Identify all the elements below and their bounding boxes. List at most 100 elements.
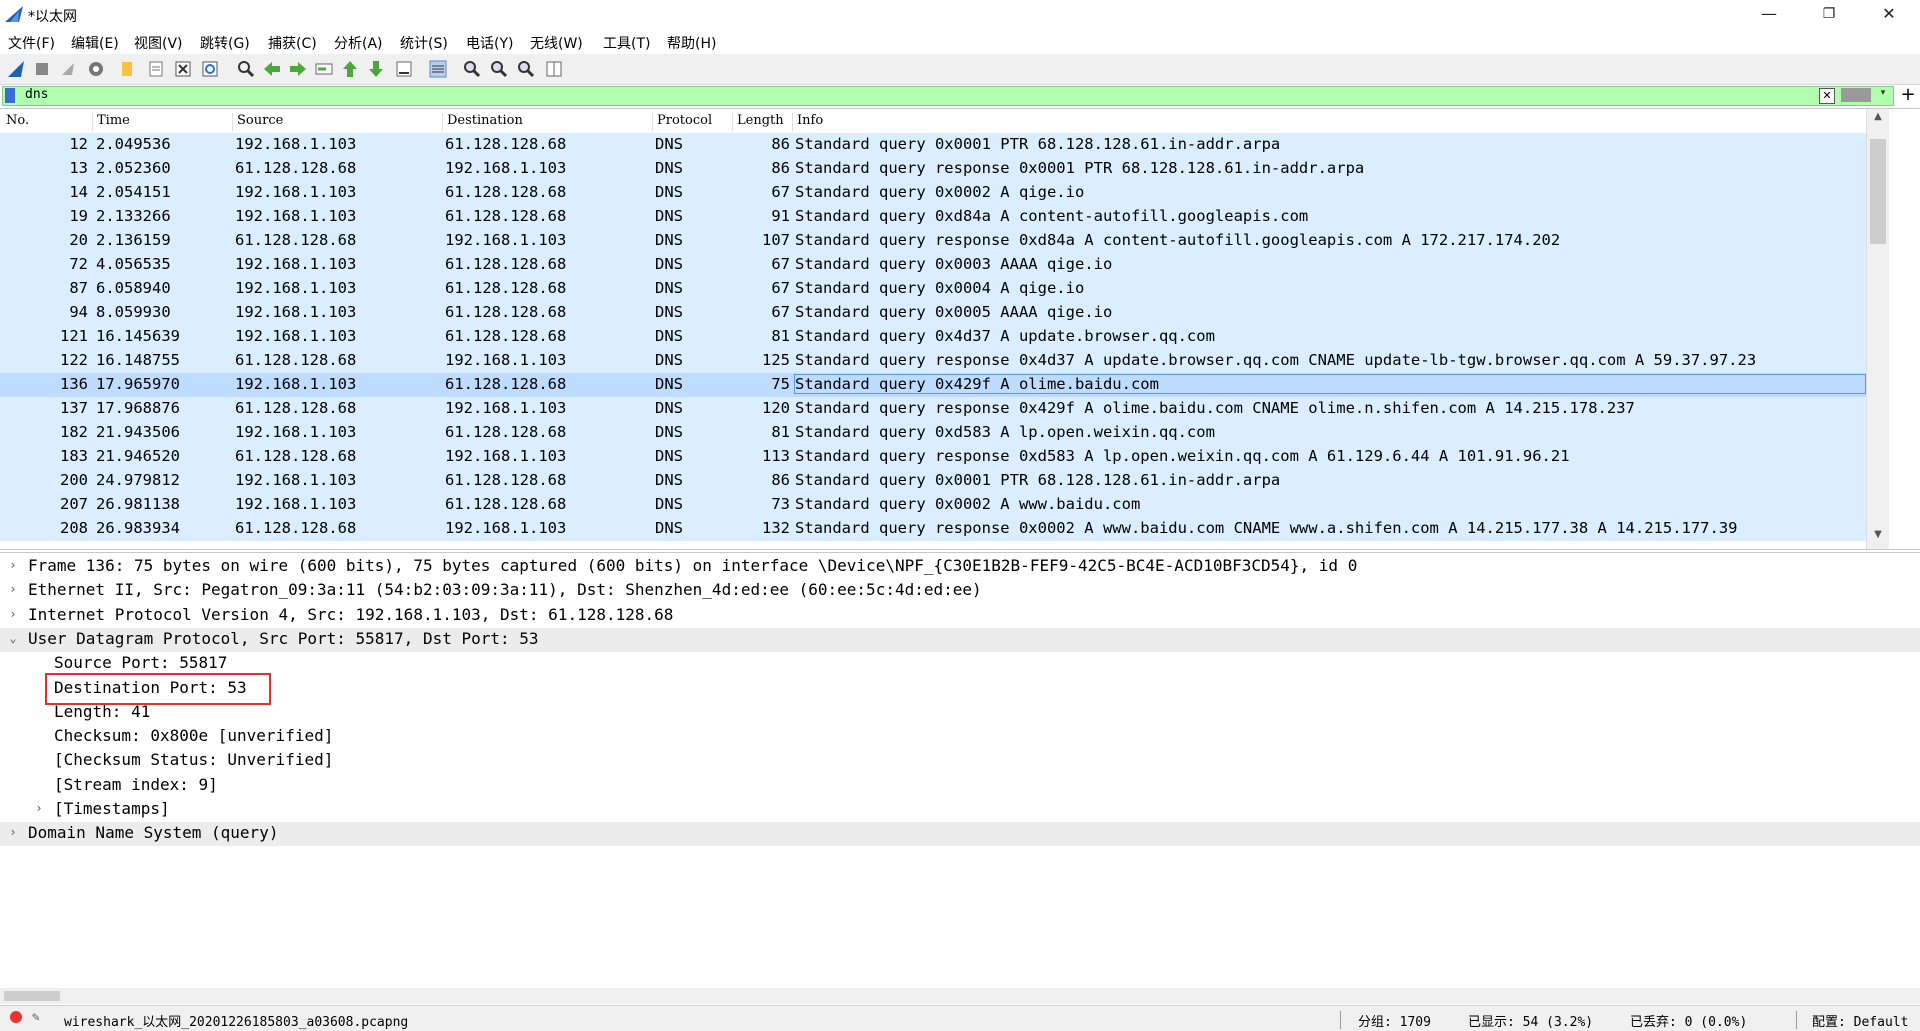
menu-capture[interactable]: 捕获(C) — [268, 33, 317, 53]
minimize-button[interactable]: — — [1746, 0, 1792, 30]
stop-icon[interactable] — [32, 59, 52, 79]
packet-info: Standard query 0x0002 A qige.io — [795, 183, 1085, 201]
expand-chevron-icon[interactable]: › — [6, 825, 20, 839]
dropped-count: 已丢弃: 0 (0.0%) — [1630, 1015, 1748, 1030]
close-button[interactable]: ✕ — [1866, 0, 1912, 30]
menu-statistics[interactable]: 统计(S) — [400, 33, 448, 53]
packet-row[interactable]: 136 17.965970 192.168.1.103 61.128.128.68 DN… — [0, 373, 1866, 397]
menu-telephony[interactable]: 电话(Y) — [466, 33, 513, 53]
expand-chevron-icon[interactable]: › — [32, 801, 46, 815]
packet-row[interactable]: 183 21.946520 61.128.128.68 192.168.1.103 DN… — [0, 445, 1866, 469]
save-file-icon[interactable] — [146, 59, 166, 79]
packet-row[interactable]: 72 4.056535 192.168.1.103 61.128.128.68 DNS 6… — [0, 253, 1866, 277]
collapse-chevron-icon[interactable]: ⌄ — [6, 631, 20, 645]
menu-edit[interactable]: 编辑(E) — [71, 33, 119, 53]
detail-tree-item[interactable]: › Frame 136: 75 bytes on wire (600 bits),… — [0, 555, 1920, 579]
column-header-time[interactable]: Time — [92, 113, 130, 131]
last-packet-icon[interactable] — [366, 59, 386, 79]
open-folder-icon[interactable] — [118, 59, 138, 79]
display-filter-bar[interactable]: dns ✕ ▾ — [2, 86, 1894, 106]
detail-tree-item[interactable]: [Stream index: 9] — [0, 774, 1920, 798]
first-packet-icon[interactable] — [340, 59, 360, 79]
packet-row[interactable]: 19 2.133266 192.168.1.103 61.128.128.68 DNS 9… — [0, 205, 1866, 229]
column-header-no[interactable]: No. — [2, 113, 29, 131]
menu-tools[interactable]: 工具(T) — [603, 33, 650, 53]
capture-comment-icon[interactable]: ✎ — [32, 1010, 40, 1025]
packet-source: 192.168.1.103 — [235, 255, 357, 273]
details-horizontal-scrollbar[interactable] — [0, 988, 1920, 1004]
packet-row[interactable]: 20 2.136159 61.128.128.68 192.168.1.103 DNS 1… — [0, 229, 1866, 253]
detail-tree-item[interactable]: Destination Port: 53 — [0, 677, 1920, 701]
packet-protocol: DNS — [655, 231, 683, 249]
packet-row[interactable]: 207 26.981138 192.168.1.103 61.128.128.68 DN… — [0, 493, 1866, 517]
clear-filter-icon[interactable]: ✕ — [1819, 88, 1835, 104]
reload-icon[interactable] — [200, 59, 220, 79]
menu-file[interactable]: 文件(F) — [8, 33, 55, 53]
column-header-source[interactable]: Source — [232, 113, 283, 131]
detail-tree-item[interactable]: [Checksum Status: Unverified] — [0, 749, 1920, 773]
column-header-destination[interactable]: Destination — [442, 113, 523, 131]
go-to-packet-icon[interactable] — [314, 59, 334, 79]
scroll-up-icon[interactable]: ▲ — [1867, 111, 1889, 129]
colorize-icon[interactable] — [428, 59, 448, 79]
menu-help[interactable]: 帮助(H) — [667, 33, 716, 53]
resize-columns-icon[interactable] — [544, 59, 564, 79]
zoom-in-icon[interactable] — [462, 59, 482, 79]
menu-view[interactable]: 视图(V) — [134, 33, 183, 53]
packet-source: 192.168.1.103 — [235, 303, 357, 321]
shark-fin-start-icon[interactable] — [6, 59, 26, 79]
zoom-out-icon[interactable] — [489, 59, 509, 79]
detail-tree-item[interactable]: › Domain Name System (query) — [0, 822, 1920, 847]
detail-tree-item[interactable]: Length: 41 — [0, 701, 1920, 725]
packet-row[interactable]: 182 21.943506 192.168.1.103 61.128.128.68 DN… — [0, 421, 1866, 445]
menu-analyze[interactable]: 分析(A) — [334, 33, 383, 53]
packet-row[interactable]: 122 16.148755 61.128.128.68 192.168.1.103 DN… — [0, 349, 1866, 373]
detail-tree-item[interactable]: › [Timestamps] — [0, 798, 1920, 822]
packet-row[interactable]: 137 17.968876 61.128.128.68 192.168.1.103 DN… — [0, 397, 1866, 421]
expand-chevron-icon[interactable]: › — [6, 607, 20, 621]
packet-destination: 61.128.128.68 — [445, 279, 567, 297]
packet-list-scrollbar[interactable]: ▲ ▼ — [1866, 109, 1889, 549]
display-filter-input[interactable]: dns — [25, 87, 48, 102]
detail-tree-item[interactable]: ⌄ User Datagram Protocol, Src Port: 55817… — [0, 627, 1920, 652]
go-back-icon[interactable] — [262, 59, 282, 79]
column-header-protocol[interactable]: Protocol — [652, 113, 712, 131]
packet-row[interactable]: 14 2.054151 192.168.1.103 61.128.128.68 DNS 6… — [0, 181, 1866, 205]
packet-row[interactable]: 94 8.059930 192.168.1.103 61.128.128.68 DNS 6… — [0, 301, 1866, 325]
packet-row[interactable]: 121 16.145639 192.168.1.103 61.128.128.68 DN… — [0, 325, 1866, 349]
detail-tree-item[interactable]: › Ethernet II, Src: Pegatron_09:3a:11 (54… — [0, 579, 1920, 603]
apply-filter-arrow-icon[interactable] — [1841, 88, 1871, 102]
packet-row[interactable]: 208 26.983934 61.128.128.68 192.168.1.103 DN… — [0, 517, 1866, 541]
menu-wireless[interactable]: 无线(W) — [530, 33, 583, 53]
options-gear-icon[interactable] — [86, 59, 106, 79]
expand-chevron-icon[interactable]: › — [6, 582, 20, 596]
detail-tree-item[interactable]: Checksum: 0x800e [unverified] — [0, 725, 1920, 749]
scroll-down-icon[interactable]: ▼ — [1867, 529, 1889, 547]
normal-size-icon[interactable] — [516, 59, 536, 79]
restore-button[interactable]: ❐ — [1806, 0, 1852, 30]
bookmark-icon[interactable] — [5, 88, 15, 103]
column-header-info[interactable]: Info — [792, 113, 823, 131]
scroll-thumb[interactable] — [1870, 139, 1886, 244]
packet-details-pane[interactable]: › Frame 136: 75 bytes on wire (600 bits),… — [0, 552, 1920, 983]
go-forward-icon[interactable] — [288, 59, 308, 79]
filter-history-dropdown-icon[interactable]: ▾ — [1877, 88, 1889, 102]
packet-list[interactable]: No. Time Source Destination Protocol Len… — [0, 108, 1920, 550]
close-file-icon[interactable] — [173, 59, 193, 79]
expand-chevron-icon[interactable]: › — [6, 558, 20, 572]
autoscroll-icon[interactable] — [394, 59, 414, 79]
menu-go[interactable]: 跳转(G) — [200, 33, 250, 53]
packet-row[interactable]: 12 2.049536 192.168.1.103 61.128.128.68 DNS 8… — [0, 133, 1866, 157]
add-filter-button-icon[interactable]: + — [1898, 85, 1918, 105]
packet-row[interactable]: 87 6.058940 192.168.1.103 61.128.128.68 DNS 6… — [0, 277, 1866, 301]
detail-tree-item[interactable]: Source Port: 55817 — [0, 652, 1920, 676]
scroll-thumb[interactable] — [4, 991, 60, 1001]
expert-info-icon[interactable] — [10, 1011, 22, 1023]
profile-label[interactable]: 配置: Default — [1812, 1011, 1908, 1030]
find-icon[interactable] — [236, 59, 256, 79]
packet-row[interactable]: 13 2.052360 61.128.128.68 192.168.1.103 DNS 8… — [0, 157, 1866, 181]
packet-row[interactable]: 200 24.979812 192.168.1.103 61.128.128.68 DN… — [0, 469, 1866, 493]
detail-tree-item[interactable]: › Internet Protocol Version 4, Src: 192.1… — [0, 604, 1920, 628]
restart-icon[interactable] — [58, 59, 78, 79]
column-header-length[interactable]: Length — [732, 113, 784, 131]
